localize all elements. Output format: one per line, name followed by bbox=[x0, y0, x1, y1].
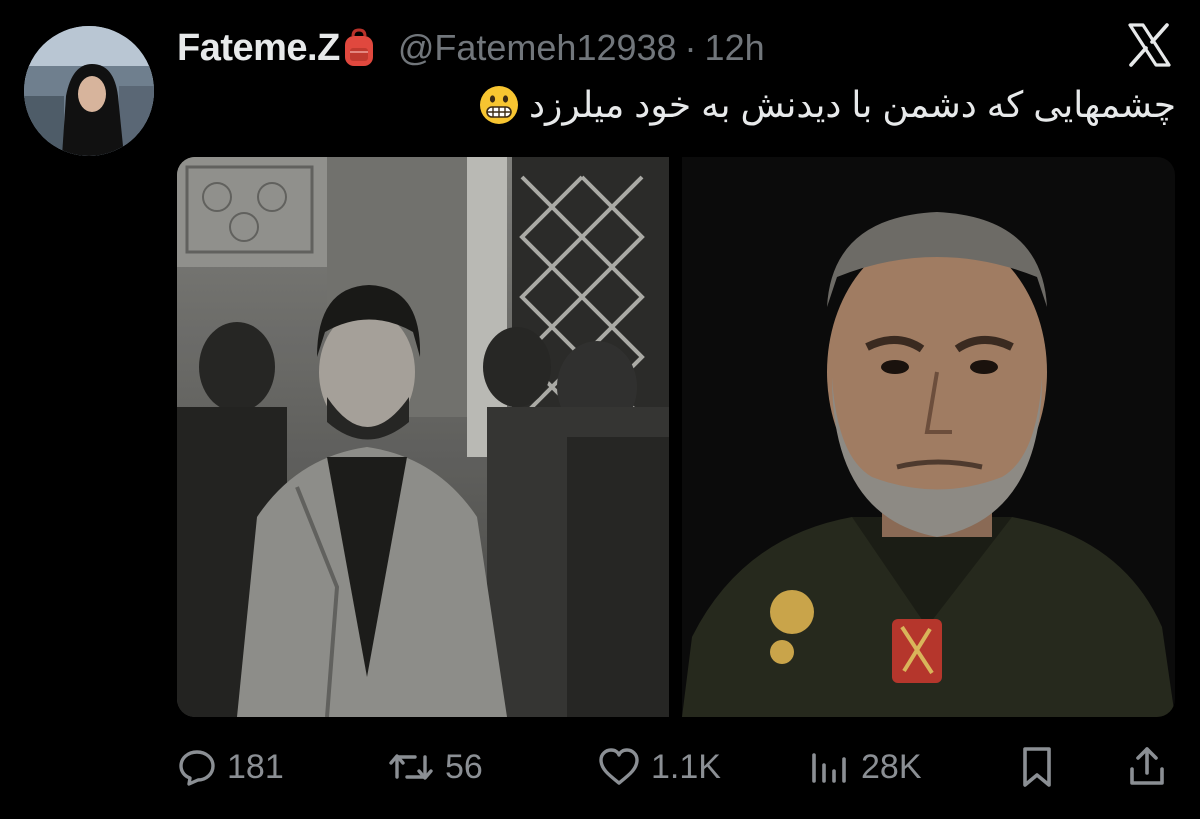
author-handle[interactable]: @Fatemeh12938 bbox=[398, 27, 677, 69]
reply-count: 181 bbox=[227, 747, 284, 786]
views-button[interactable]: 28K bbox=[809, 740, 922, 794]
portrait-photo[interactable] bbox=[682, 157, 1175, 717]
timestamp[interactable]: 12h bbox=[705, 27, 765, 69]
views-count: 28K bbox=[861, 747, 922, 786]
historical-photo[interactable] bbox=[177, 157, 669, 717]
backpack-icon bbox=[342, 28, 376, 68]
tweet-header: Fateme.Z @Fatemeh12938 · 12h bbox=[177, 26, 765, 70]
views-icon bbox=[809, 747, 851, 787]
share-icon bbox=[1127, 745, 1167, 789]
bookmark-button[interactable] bbox=[1017, 740, 1057, 794]
avatar[interactable] bbox=[24, 26, 154, 156]
tweet-text: چشمهایی که دشمن با دیدنش به خود میلرزد bbox=[479, 80, 1176, 130]
like-count: 1.1K bbox=[651, 747, 721, 786]
tweet-body: چشمهایی که دشمن با دیدنش به خود میلرزد bbox=[528, 84, 1176, 125]
author-display-name[interactable]: Fateme.Z bbox=[177, 27, 340, 70]
grimacing-face-emoji bbox=[479, 85, 519, 125]
heart-icon bbox=[597, 747, 641, 787]
repost-icon bbox=[387, 747, 435, 787]
reply-icon bbox=[177, 747, 217, 787]
separator-dot: · bbox=[684, 27, 697, 68]
repost-button[interactable]: 56 bbox=[387, 740, 483, 794]
action-bar: 181 56 1.1K 28K bbox=[177, 740, 1177, 794]
reply-button[interactable]: 181 bbox=[177, 740, 284, 794]
x-logo-icon[interactable] bbox=[1126, 22, 1172, 68]
like-button[interactable]: 1.1K bbox=[597, 740, 721, 794]
bookmark-icon bbox=[1017, 745, 1057, 789]
share-button[interactable] bbox=[1127, 740, 1167, 794]
repost-count: 56 bbox=[445, 747, 483, 786]
tweet-media[interactable] bbox=[177, 157, 1175, 717]
